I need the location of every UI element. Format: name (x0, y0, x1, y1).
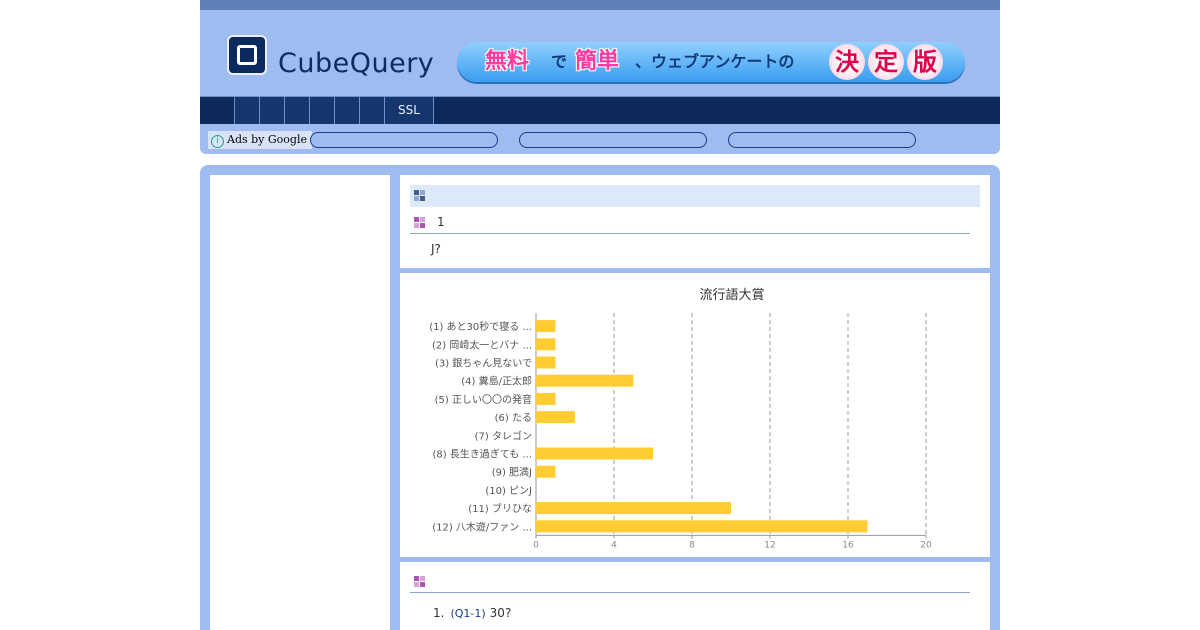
x-tick-label: 20 (920, 540, 932, 550)
question-row: 1 (410, 211, 970, 234)
nav-tab-ssl[interactable]: SSL (384, 97, 434, 124)
category-label: (1) あと30秒で寝る ... (429, 320, 532, 333)
x-tick-label: 0 (533, 540, 539, 550)
ads-by-google-label[interactable]: i Ads by Google (208, 131, 312, 149)
answer-item: 1. (Q1-1) 30? (433, 606, 511, 620)
chart-title: 流行語大賞 (699, 287, 764, 303)
nav-tab[interactable] (284, 97, 309, 124)
nav-tab[interactable] (334, 97, 359, 124)
answer-panel: 1. (Q1-1) 30? (400, 562, 990, 630)
banner-text-web-survey: 、ウェブアンケートの (635, 52, 795, 71)
bar (536, 520, 868, 533)
x-tick-label: 8 (689, 540, 695, 550)
top-strip (200, 0, 1000, 10)
answer-header-row (410, 570, 970, 593)
question-squares-icon (414, 217, 426, 229)
bar (536, 374, 634, 387)
cubequery-logo-icon[interactable] (227, 35, 267, 75)
ad-link[interactable] (310, 132, 498, 148)
category-label: (7) タレゴン (475, 429, 532, 442)
bar (536, 320, 556, 333)
x-tick-label: 4 (611, 540, 617, 550)
section-squares-icon (414, 190, 426, 202)
bar (536, 356, 556, 369)
page: CubeQuery 無料 で 簡単 、ウェブアンケートの 決定版 SSL i Ad… (200, 0, 1000, 630)
answer-code[interactable]: (Q1-1) (450, 607, 485, 620)
ad-link[interactable] (728, 132, 916, 148)
content-frame: 1 J? 流行語大賞 0 4 8 12 16 20 (1) あと30秒で寝る ... (2) 岡… (200, 165, 1000, 630)
chart-panel: 流行語大賞 0 4 8 12 16 20 (1) あと30秒で寝る ... (2) 岡崎太一とバ… (400, 273, 990, 557)
ads-bar: i Ads by Google (200, 124, 1000, 154)
category-label: (8) 長生き過ぎても ... (432, 448, 532, 461)
answer-squares-icon (414, 576, 426, 588)
logo-text[interactable]: CubeQuery (278, 48, 434, 79)
nav-tab[interactable] (359, 97, 384, 124)
nav-tab[interactable] (309, 97, 334, 124)
bar (536, 411, 575, 424)
category-label: (9) 肥満J (492, 467, 532, 479)
badge-char: 版 (907, 44, 943, 80)
ad-link[interactable] (519, 132, 707, 148)
nav-tab[interactable] (259, 97, 284, 124)
question-panel: 1 J? (400, 175, 990, 268)
x-tick-label: 16 (842, 540, 854, 550)
ads-label-text: Ads by Google (227, 133, 307, 146)
question-text: J? (431, 242, 441, 256)
category-label: (12) 八木遊/ファン ... (432, 520, 532, 533)
category-label: (11) ブリひな (468, 502, 532, 515)
sidebar (210, 175, 390, 630)
answer-text: 30? (489, 606, 512, 620)
header: CubeQuery 無料 で 簡単 、ウェブアンケートの 決定版 (200, 10, 1000, 96)
x-tick-label: 12 (764, 540, 775, 550)
banner-text-easy: 簡単 (575, 49, 620, 74)
category-label: (5) 正しい〇〇の発音 (435, 393, 532, 406)
badge-char: 決 (829, 44, 865, 80)
bar-chart: 流行語大賞 0 4 8 12 16 20 (1) あと30秒で寝る ... (2) 岡崎太一とバ… (429, 287, 932, 550)
bar (536, 447, 653, 460)
promo-banner[interactable]: 無料 で 簡単 、ウェブアンケートの 決定版 (457, 42, 965, 82)
banner-badge: 決定版 (829, 42, 951, 82)
banner-text-de: で (551, 52, 568, 71)
category-label: (3) 銀ちゃん見ないで (435, 357, 532, 370)
badge-char: 定 (868, 44, 904, 80)
nav-tab[interactable] (234, 97, 259, 124)
category-label: (2) 岡崎太一とバナ ... (432, 338, 532, 351)
bar (536, 465, 556, 478)
question-number: 1 (437, 215, 445, 229)
category-label: (6) たる (495, 412, 532, 424)
banner-text-free: 無料 (485, 49, 530, 74)
section-header (410, 185, 980, 207)
info-icon: i (211, 135, 224, 148)
answer-index: 1. (433, 606, 445, 620)
bar (536, 392, 556, 405)
category-label: (4) 糞島/正太郎 (461, 375, 532, 388)
category-label: (10) ピンJ (485, 485, 532, 497)
bar (536, 502, 731, 515)
main-nav: SSL (200, 96, 1000, 124)
bar (536, 338, 556, 351)
